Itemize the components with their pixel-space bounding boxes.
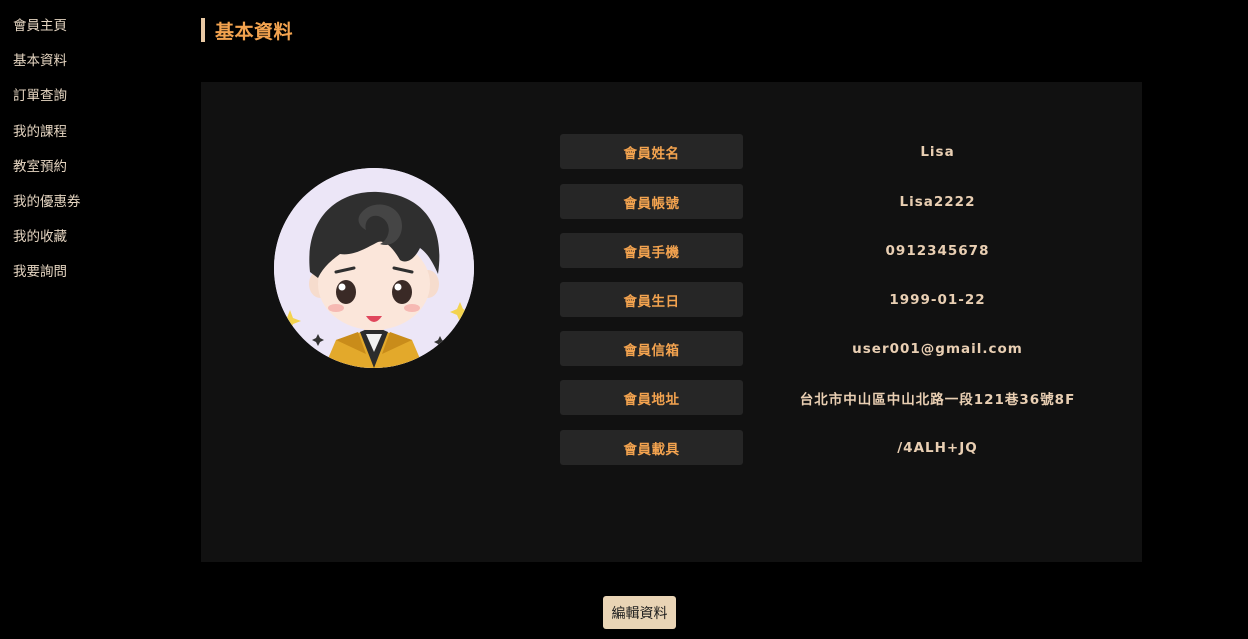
field-label-account: 會員帳號 xyxy=(560,184,743,219)
edit-profile-button[interactable]: 編輯資料 xyxy=(603,596,676,629)
field-label-address: 會員地址 xyxy=(560,380,743,415)
field-value-carrier: /4ALH+JQ xyxy=(897,439,978,456)
field-value-name: Lisa xyxy=(920,143,955,160)
sidebar-item-my-coupons[interactable]: 我的優惠券 xyxy=(13,192,163,212)
avatar xyxy=(274,168,474,368)
field-value-account: Lisa2222 xyxy=(899,193,976,210)
profile-card: 會員姓名 Lisa 會員帳號 Lisa2222 會員手機 0912345678 … xyxy=(201,82,1142,562)
field-label-carrier: 會員載具 xyxy=(560,430,743,465)
sidebar-item-member-home[interactable]: 會員主頁 xyxy=(13,16,163,36)
sidebar-item-order-query[interactable]: 訂單查詢 xyxy=(13,86,163,106)
field-label-birthday: 會員生日 xyxy=(560,282,743,317)
sidebar-item-my-favorites[interactable]: 我的收藏 xyxy=(13,227,163,247)
page-title: 基本資料 xyxy=(215,20,294,43)
field-value-birthday: 1999-01-22 xyxy=(889,291,986,308)
field-value-phone: 0912345678 xyxy=(885,242,990,259)
field-value-address: 台北市中山區中山北路一段121巷36號8F xyxy=(799,391,1076,408)
field-label-phone: 會員手機 xyxy=(560,233,743,268)
field-label-name: 會員姓名 xyxy=(560,134,743,169)
sidebar-item-my-courses[interactable]: 我的課程 xyxy=(13,122,163,142)
member-page: 會員主頁 基本資料 訂單查詢 我的課程 教室預約 我的優惠券 我的收藏 我要詢問… xyxy=(0,0,1248,639)
sidebar-item-inquiry[interactable]: 我要詢問 xyxy=(13,262,163,282)
field-label-email: 會員信箱 xyxy=(560,331,743,366)
field-value-email: user001@gmail.com xyxy=(852,340,1023,357)
page-title-bar: 基本資料 xyxy=(201,18,294,43)
sidebar-item-basic-info[interactable]: 基本資料 xyxy=(13,51,163,71)
sidebar-item-classroom-booking[interactable]: 教室預約 xyxy=(13,157,163,177)
sidebar-nav: 會員主頁 基本資料 訂單查詢 我的課程 教室預約 我的優惠券 我的收藏 我要詢問 xyxy=(13,16,163,298)
cartoon-boy-avatar-icon xyxy=(274,168,474,368)
